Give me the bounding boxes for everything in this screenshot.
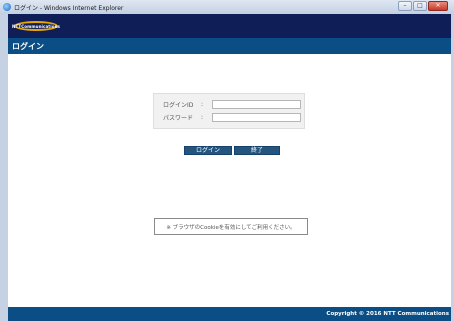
window-controls: – □ ✕ (398, 1, 448, 11)
window-frame-left (0, 14, 8, 321)
minimize-button[interactable]: – (398, 1, 412, 11)
login-id-row: ログインID : (163, 100, 301, 109)
password-colon: : (201, 114, 204, 121)
ntt-communications-logo: NTTCommunications (12, 21, 61, 31)
maximize-button[interactable]: □ (413, 1, 427, 11)
close-button[interactable]: ✕ (428, 1, 448, 11)
window-title: ログイン - Windows Internet Explorer (14, 4, 124, 12)
login-id-label: ログインID (163, 102, 194, 109)
cookie-notice: ※ ブラウザのCookieを有効にしてご利用ください。 (154, 218, 308, 235)
login-id-colon: : (201, 101, 204, 108)
password-input[interactable] (212, 113, 301, 122)
logo-bar: NTTCommunications (8, 14, 451, 38)
page-title: ログイン (12, 42, 44, 51)
password-label: パスワード (163, 115, 194, 122)
login-button[interactable]: ログイン (184, 146, 232, 155)
login-id-input[interactable] (212, 100, 301, 109)
internet-explorer-icon (3, 3, 11, 11)
window-titlebar[interactable]: ログイン - Windows Internet Explorer – □ ✕ (0, 0, 454, 14)
copyright-text: Copyright © 2016 NTT Communications (326, 311, 449, 317)
footer-bar: Copyright © 2016 NTT Communications (8, 307, 451, 321)
password-row: パスワード : (163, 113, 301, 122)
login-form: ログインID : パスワード : (153, 93, 305, 129)
header-bar: ログイン (8, 38, 451, 54)
browser-page: NTTCommunications ログイン ログインID : パスワード : … (8, 14, 451, 321)
logo-text: NTTCommunications (12, 23, 61, 29)
exit-button[interactable]: 終了 (234, 146, 280, 155)
